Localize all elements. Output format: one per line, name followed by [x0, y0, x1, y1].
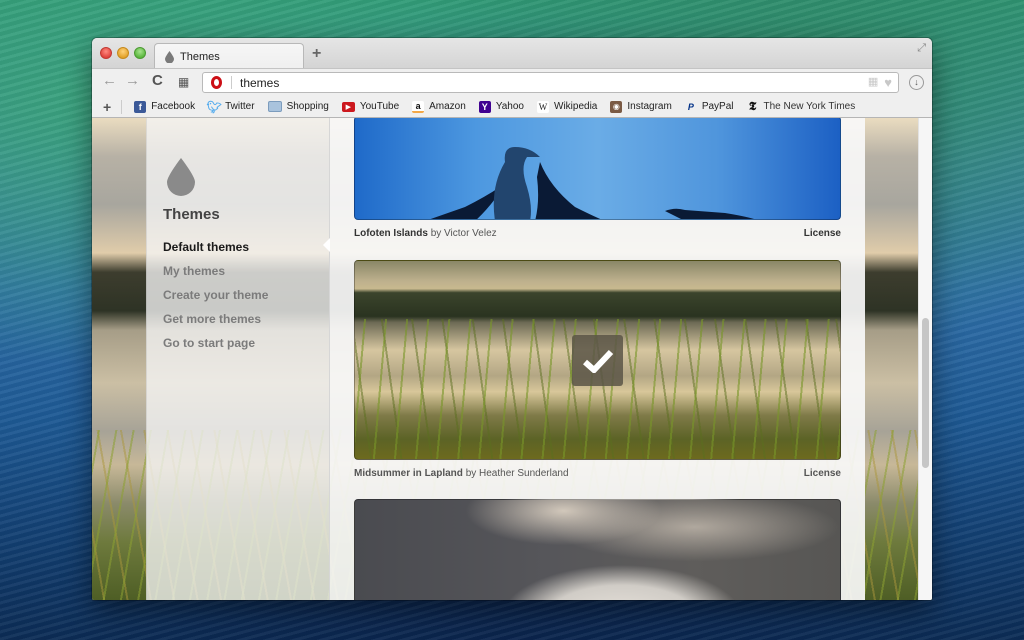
selected-theme-badge — [572, 335, 623, 386]
themes-list: Lofoten Islands by Victor Velez License … — [330, 118, 865, 600]
bookmark-amazon[interactable]: a Amazon — [412, 100, 466, 113]
themes-page: Themes Default themes My themes Create y… — [92, 118, 932, 600]
address-input[interactable]: themes — [240, 76, 868, 90]
speed-dial-add-icon[interactable]: ▦ — [868, 75, 878, 90]
theme-thumbnail[interactable] — [354, 260, 841, 460]
minimize-window-button[interactable] — [117, 47, 129, 59]
folder-icon — [267, 101, 282, 112]
theme-card-midsummer: Midsummer in Lapland by Heather Sunderla… — [354, 260, 841, 479]
theme-name: Midsummer in Lapland — [354, 468, 463, 479]
active-item-pointer — [323, 238, 330, 252]
tab-title: Themes — [180, 50, 220, 63]
theme-thumbnail[interactable] — [354, 118, 841, 220]
sidebar-title: Themes — [163, 206, 220, 223]
theme-drop-icon — [167, 158, 195, 196]
fullscreen-icon[interactable]: ⤢ — [917, 42, 926, 55]
paypal-icon: P — [687, 101, 694, 112]
bookmark-facebook[interactable]: f Facebook — [134, 100, 195, 113]
heart-icon[interactable]: ♥ — [884, 75, 892, 90]
zoom-window-button[interactable] — [134, 47, 146, 59]
seagulls-image — [430, 147, 755, 219]
vertical-scrollbar[interactable] — [918, 118, 932, 600]
themes-sidebar: Themes Default themes My themes Create y… — [146, 118, 330, 600]
theme-author: by Victor Velez — [430, 228, 497, 239]
address-bar[interactable]: themes ▦ ♥ — [202, 72, 899, 93]
license-link[interactable]: License — [804, 468, 841, 479]
theme-card-mountain — [354, 499, 841, 600]
checkmark-icon — [582, 349, 613, 373]
title-bar: Themes + ⤢ — [92, 38, 932, 69]
theme-drop-icon — [165, 50, 174, 63]
bookmarks-bar: + f Facebook 🐦︎ Twitter Shopping ▶ YouTube … — [92, 96, 932, 118]
opera-logo-icon[interactable] — [211, 76, 222, 89]
bookmark-wikipedia[interactable]: W Wikipedia — [537, 100, 597, 113]
theme-name: Lofoten Islands — [354, 228, 428, 239]
theme-author: by Heather Sunderland — [465, 468, 569, 479]
bookmarks-separator — [121, 99, 123, 114]
bookmark-twitter[interactable]: 🐦︎ Twitter — [206, 99, 255, 114]
navigation-toolbar: ← → C ▦ themes ▦ ♥ ↓ — [92, 68, 932, 96]
theme-thumbnail[interactable] — [354, 499, 841, 600]
bookmark-instagram[interactable]: ◉ Instagram — [610, 100, 672, 113]
browser-window: Themes + ⤢ ← → C ▦ themes ▦ ♥ ↓ + f Faceb… — [92, 38, 932, 600]
sidebar-item-get-more-themes[interactable]: Get more themes — [163, 312, 268, 336]
bookmark-folder-shopping[interactable]: Shopping — [267, 101, 329, 112]
bookmark-paypal[interactable]: P PayPal — [685, 101, 734, 113]
new-tab-button[interactable]: + — [312, 45, 321, 63]
sidebar-item-create-theme[interactable]: Create your theme — [163, 288, 268, 312]
sidebar-item-start-page[interactable]: Go to start page — [163, 336, 268, 360]
license-link[interactable]: License — [804, 228, 841, 239]
bookmark-yahoo[interactable]: Y Yahoo — [478, 100, 524, 113]
sidebar-nav: Default themes My themes Create your the… — [163, 240, 268, 360]
theme-caption: Midsummer in Lapland by Heather Sunderla… — [354, 468, 841, 479]
scrollbar-thumb[interactable] — [922, 318, 929, 468]
tab-themes[interactable]: Themes — [154, 43, 304, 69]
yahoo-icon: Y — [478, 100, 491, 113]
sidebar-item-my-themes[interactable]: My themes — [163, 264, 268, 288]
facebook-icon: f — [134, 100, 147, 113]
wikipedia-icon: W — [537, 100, 549, 113]
theme-card-lofoten: Lofoten Islands by Victor Velez License — [354, 118, 841, 239]
bookmark-youtube[interactable]: ▶ YouTube — [341, 101, 399, 112]
close-window-button[interactable] — [100, 47, 112, 59]
nyt-icon: 𝕿 — [748, 99, 757, 113]
reload-button[interactable]: C — [152, 72, 163, 89]
add-bookmark-button[interactable]: + — [103, 99, 111, 115]
sidebar-item-default-themes[interactable]: Default themes — [163, 240, 268, 264]
forward-button[interactable]: → — [125, 72, 140, 89]
download-button[interactable]: ↓ — [909, 75, 924, 90]
address-separator — [231, 76, 232, 89]
theme-caption: Lofoten Islands by Victor Velez License — [354, 228, 841, 239]
youtube-icon: ▶ — [341, 101, 355, 112]
amazon-icon: a — [412, 100, 425, 113]
speed-dial-button[interactable]: ▦ — [178, 75, 189, 89]
instagram-icon: ◉ — [610, 100, 623, 113]
bookmark-nyt[interactable]: 𝕿 The New York Times — [747, 99, 855, 113]
twitter-icon: 🐦︎ — [206, 99, 222, 114]
back-button[interactable]: ← — [102, 72, 117, 89]
